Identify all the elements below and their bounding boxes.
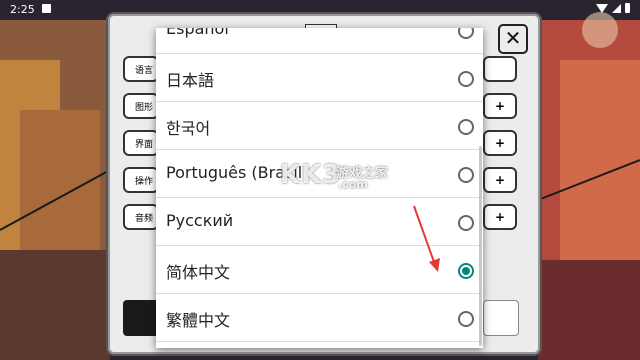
language-option-ru[interactable]: Русский [156, 198, 483, 246]
settings-row-language[interactable]: 语言 [123, 56, 159, 82]
interface-expand-button[interactable]: + [483, 130, 517, 156]
watermark-com-text: .com [338, 178, 368, 191]
radio-button[interactable] [458, 215, 474, 231]
radio-button-selected[interactable] [458, 263, 474, 279]
language-label: 简体中文 [166, 263, 231, 282]
wifi-icon [596, 3, 608, 13]
controls-expand-button[interactable]: + [483, 167, 517, 193]
close-button[interactable]: ✕ [498, 24, 528, 54]
settings-row-controls[interactable]: 操作 [123, 167, 159, 193]
radio-button[interactable] [458, 71, 474, 87]
language-label: 繁體中文 [166, 311, 231, 330]
language-option-zh-hant[interactable]: 繁體中文 [156, 294, 483, 342]
language-label: 日本語 [166, 71, 215, 90]
status-icons [596, 3, 630, 13]
settings-action-button-left[interactable] [123, 300, 159, 336]
dialog-scrollbar[interactable] [479, 146, 482, 346]
settings-action-button-right[interactable] [483, 300, 519, 336]
settings-row-interface[interactable]: 界面 [123, 130, 159, 156]
radio-button[interactable] [458, 167, 474, 183]
radio-button[interactable] [458, 119, 474, 135]
radio-button[interactable] [458, 28, 474, 39]
settings-row-graphics[interactable]: 图形 [123, 93, 159, 119]
language-option-ja[interactable]: 日本語 [156, 54, 483, 102]
battery-icon [625, 3, 630, 13]
notification-icon [42, 4, 51, 13]
language-label: 한국어 [166, 119, 211, 138]
radio-button[interactable] [458, 311, 474, 327]
language-option-zh-hans[interactable]: 简体中文 [156, 246, 483, 294]
signal-icon [612, 3, 621, 13]
status-time: 2:25 [10, 3, 35, 16]
watermark-logo-text: KK3 [280, 160, 342, 190]
audio-expand-button[interactable]: + [483, 204, 517, 230]
language-option-ko[interactable]: 한국어 [156, 102, 483, 150]
language-option-es[interactable]: Español [156, 28, 483, 54]
graphics-expand-button[interactable]: + [483, 93, 517, 119]
language-label: Русский [166, 211, 234, 230]
language-label: Español [166, 28, 229, 38]
settings-row-audio[interactable]: 音频 [123, 204, 159, 230]
watermark-logo: KK3 游戏之家 .com [280, 160, 388, 191]
language-dropdown[interactable] [483, 56, 517, 82]
